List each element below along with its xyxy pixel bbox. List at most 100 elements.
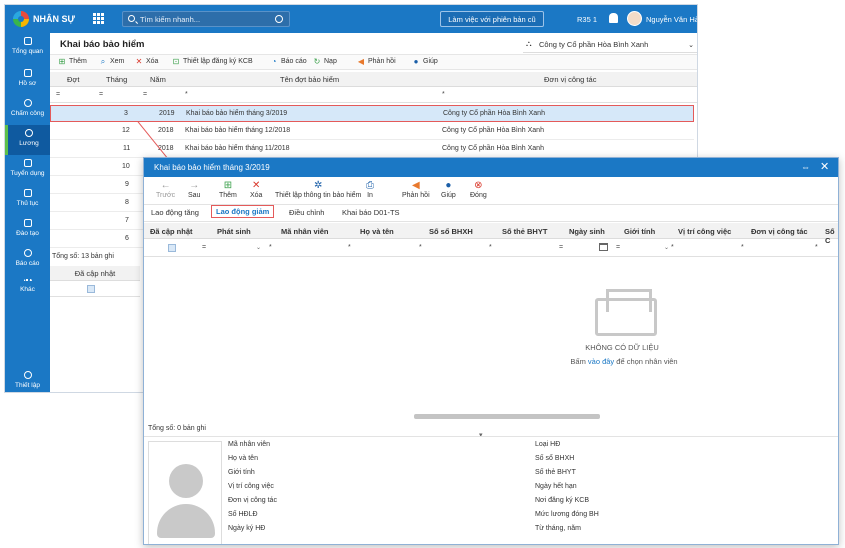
dialog-close-button[interactable]: ⊗ Đóng [470,180,487,199]
dcol-da-cap-nhat[interactable]: Đã cập nhật [150,227,193,236]
select-employee-link[interactable]: vào đây [588,357,614,366]
app-brand: NHÂN SỰ [33,14,75,24]
col-thang[interactable]: Tháng [106,75,127,84]
dcol-so-the-bhyt[interactable]: Số thẻ BHYT [502,227,547,236]
close-icon[interactable]: ✕ [820,160,829,173]
total-records: Tổng số: 13 bản ghi [52,253,114,260]
updated-col-header[interactable]: Đã cập nhật [50,266,140,281]
sidebar: Tổng quan Hồ sơ Chấm công Lương Tuyển dụ… [5,33,50,392]
dcol-don-vi-cong-tac[interactable]: Đơn vị công tác [751,227,808,236]
tab-lao-dong-tang[interactable]: Lao động tăng [151,208,199,217]
dcol-gioi-tinh[interactable]: Giới tính [624,227,655,236]
calendar-icon[interactable] [599,243,608,251]
chevron-down-icon[interactable]: ⌄ [664,244,669,251]
add-icon: ⊞ [223,180,233,191]
updated-col-filter [50,282,140,297]
reload-icon: ↻ [313,57,321,66]
feedback-button[interactable]: ◀ Phản hồi [357,57,396,66]
top-bar: NHÂN SỰ Tìm kiếm nhanh... Làm việc với p… [5,5,697,33]
updated-filter-checkbox[interactable] [87,285,95,293]
dialog-tabs: Lao động tăng Lao động giảm Điều chỉnh K… [144,205,838,222]
quick-search-input[interactable]: Tìm kiếm nhanh... [122,11,290,27]
filter-nam[interactable]: = [143,91,147,98]
sidebar-item-thu-tuc[interactable]: Thủ tục [5,185,50,215]
org-tree-icon: ⛬ [526,39,532,48]
dcol-so-so-bhxh[interactable]: Số sổ BHXH [429,227,473,236]
chevron-down-icon[interactable]: ⌄ [256,244,261,251]
sidebar-item-dao-tao[interactable]: Đào tạo [5,215,50,245]
forward-arrow-icon: → [189,180,200,191]
print-button[interactable]: ⎙ In [366,180,374,199]
horizontal-scrollbar[interactable] [414,414,600,419]
sidebar-item-bao-cao[interactable]: Báo cáo [5,245,50,275]
user-avatar[interactable] [627,11,642,26]
sidebar-item-khac[interactable]: Khác [5,275,50,305]
sidebar-item-luong[interactable]: Lương [5,125,50,155]
table-row[interactable]: 11 2018 Khai báo bảo hiểm tháng 11/2018 … [50,141,694,158]
delete-icon: ✕ [252,180,261,191]
user-name[interactable]: Nguyễn Văn Hà [646,15,697,24]
tab-lao-dong-giam[interactable]: Lao động giảm [211,205,275,218]
detail-label: Đơn vị công tác [228,497,277,504]
sidebar-item-tuyen-dung[interactable]: Tuyển dụng [5,155,50,185]
search-settings-icon[interactable] [275,15,283,23]
tab-dieu-chinh[interactable]: Điều chỉnh [289,208,324,217]
dcol-phat-sinh[interactable]: Phát sinh [217,227,251,236]
delete-button[interactable]: ✕ Xóa [135,58,159,66]
bell-icon[interactable] [609,13,618,23]
clock-icon [23,99,32,107]
prev-button[interactable]: ← Trước [156,180,175,199]
sidebar-item-thiet-lap[interactable]: Thiết lập [5,367,50,392]
maximize-icon[interactable]: ⇔ [801,162,810,172]
view-icon: ⌕ [100,57,106,66]
col-ten-dot[interactable]: Tên đợt bảo hiểm [280,75,339,84]
training-icon [23,219,32,227]
add-icon: ⊞ [58,57,66,66]
apps-grid-icon[interactable] [93,13,104,24]
kcb-setup-button[interactable]: ⊡ Thiết lập đăng ký KCB [172,58,253,66]
detail-label: Ngày ký HĐ [228,525,266,532]
filter-dot[interactable]: = [56,91,60,98]
col-don-vi[interactable]: Đơn vị công tác [544,75,596,84]
detail-label: Mức lương đóng BH [535,511,599,518]
dialog-help-button[interactable]: ● Giúp [441,180,456,199]
employee-photo-placeholder [148,441,222,544]
sidebar-item-cham-cong[interactable]: Chấm công [5,95,50,125]
dcol-ngay-sinh[interactable]: Ngày sinh [569,227,605,236]
sidebar-item-tong-quan[interactable]: Tổng quan [5,33,50,63]
reload-button[interactable]: ↻ Nạp [313,57,337,66]
org-code: R35 1 [577,15,598,24]
dialog-table-header: Đã cập nhật Phát sinh Mã nhân viên Họ và… [144,223,838,245]
filter-ten-dot[interactable]: * [185,91,188,98]
sidebar-item-ho-so[interactable]: Hồ sơ [5,65,50,95]
insurance-settings-button[interactable]: ✲ Thiết lập thông tin bảo hiểm [275,180,361,199]
dcol-ho-va-ten[interactable]: Họ và tên [360,227,394,236]
detail-label: Từ tháng, năm [535,525,581,532]
table-row-selected[interactable]: 3 2019 Khai báo bảo hiểm tháng 3/2019 Cô… [50,105,694,122]
dialog-add-button[interactable]: ⊞ Thêm [219,180,237,199]
report-button[interactable]: ◔ Báo cáo [270,58,307,66]
page-title: Khai báo bảo hiểm [60,39,145,50]
tab-khai-bao-d01[interactable]: Khai báo D01-TS [342,208,400,217]
dcol-ma-nhan-vien[interactable]: Mã nhân viên [281,227,329,236]
dcol-vi-tri-cong-viec[interactable]: Vị trí công việc [678,227,731,236]
empty-inbox-icon [595,298,657,336]
filter-don-vi[interactable]: * [442,91,445,98]
money-icon [25,129,33,137]
view-button[interactable]: ⌕ Xem [99,57,125,66]
updated-filter-checkbox[interactable] [168,244,176,252]
next-button[interactable]: → Sau [188,180,200,199]
empty-state-title: KHÔNG CÓ DỮ LIỆU [585,343,659,352]
app-logo-icon [13,11,29,27]
dialog-delete-button[interactable]: ✕ Xóa [250,180,262,199]
print-icon: ⎙ [366,180,374,191]
col-dot[interactable]: Đợt [67,75,79,84]
dialog-feedback-button[interactable]: ◀ Phản hồi [402,180,430,199]
add-button[interactable]: ⊞ Thêm [58,57,87,66]
col-nam[interactable]: Năm [150,75,166,84]
company-select[interactable]: ⛬ Công ty Cổ phần Hòa Bình Xanh ⌄ [523,36,697,53]
help-button[interactable]: ● Giúp [412,58,438,66]
feedback-icon: ◀ [357,57,365,66]
old-session-button[interactable]: Làm việc với phiên bản cũ [440,11,544,27]
filter-thang[interactable]: = [99,91,103,98]
